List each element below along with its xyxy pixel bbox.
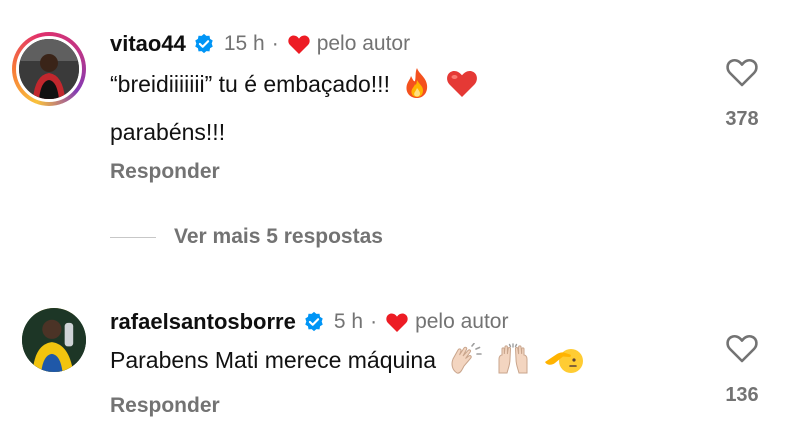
comment-time: 15 h [223,32,265,55]
verified-badge-icon [305,311,323,332]
username[interactable]: vitao44 [110,31,186,57]
heart-icon [288,35,310,54]
view-more-replies[interactable]: Ver mais 5 respostas [110,222,383,252]
like-column: 378 [712,56,772,131]
red-heart-emoji-icon [446,70,477,97]
like-count: 378 [725,108,759,130]
reply-button[interactable]: Responder [110,394,220,418]
heart-icon [386,313,408,332]
liked-by-author-label: pelo autor [415,310,509,333]
verified-badge-icon [195,33,213,54]
comment-text-line-1: “breidiiiiiii” tu é embaçado!!! [110,71,390,97]
separator-dot: · [271,32,279,55]
avatar[interactable] [22,308,86,372]
avatar-story-ring[interactable] [12,32,86,106]
heart-outline-icon[interactable] [725,56,759,88]
comment-rafaelsantosborre: rafaelsantosborre 5 h · pelo autor Parab… [0,290,800,443]
like-count: 136 [725,384,759,406]
view-more-replies-label[interactable]: Ver mais 5 respostas [174,225,383,249]
comment-text-line-1: Parabens Mati merece máquina [110,347,436,373]
divider-line [110,236,156,238]
separator-dot: · [370,310,378,333]
comment-header: rafaelsantosborre 5 h · pelo autor [110,308,508,336]
heart-outline-icon[interactable] [725,332,759,364]
saluting-face-emoji-icon [545,349,584,373]
avatar-photo [22,308,86,372]
fire-emoji-icon [406,68,428,98]
reply-button[interactable]: Responder [110,160,220,184]
username[interactable]: rafaelsantosborre [110,309,296,335]
liked-by-author-label: pelo autor [316,32,411,55]
avatar-photo [19,39,79,99]
comment-time: 5 h [333,310,364,333]
raising-hands-emoji-icon [498,343,528,374]
comment-vitao44: vitao44 15 h · pelo autor “breidiiiiiii”… [0,0,800,248]
comment-text: Parabens Mati merece máquina [110,336,710,384]
comment-text: “breidiiiiiii” tu é embaçado!!! parabéns… [110,60,590,156]
comment-header: vitao44 15 h · pelo autor [110,30,410,58]
clapping-hands-emoji-icon [451,343,483,374]
like-column: 136 [712,332,772,407]
comment-text-line-2: parabéns!!! [110,119,226,145]
avatar [16,36,82,102]
